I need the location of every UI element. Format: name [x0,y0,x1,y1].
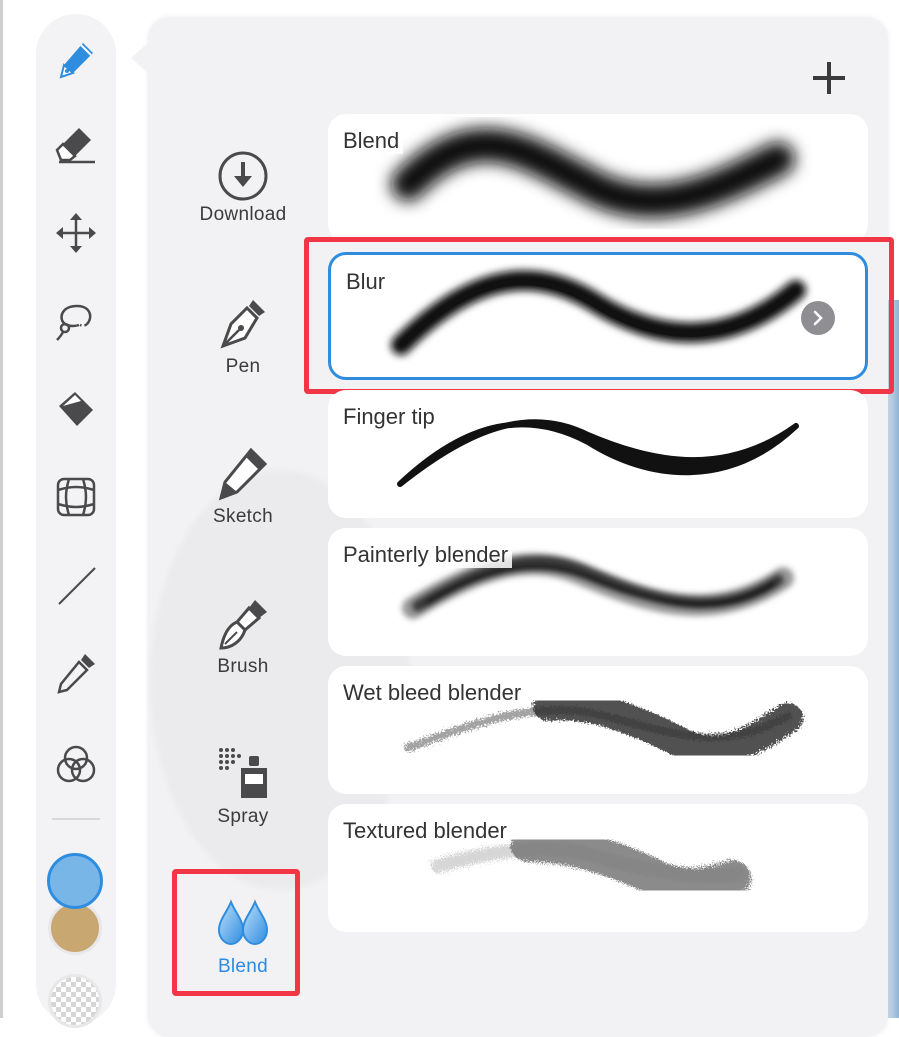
eyedropper-icon [57,654,95,694]
add-brush-button[interactable] [806,55,852,101]
category-label-sketch: Sketch [213,506,273,527]
color-circles-icon [56,745,96,783]
fill-tool[interactable] [52,385,100,433]
pen-nib-icon [215,296,271,352]
category-spray[interactable]: Spray [188,746,298,866]
brush-tool[interactable] [52,36,100,84]
brush-pen-icon [59,43,93,79]
highlight-box-blend-category [172,869,300,996]
brush-card-wet-bleed-blender[interactable]: Wet bleed blender [328,666,868,794]
download-icon [215,148,271,204]
brush-card-finger-tip[interactable]: Finger tip [328,390,868,518]
line-tool[interactable] [52,561,100,609]
paintbrush-icon [215,596,271,652]
brush-name: Wet bleed blender [343,680,526,706]
category-pen[interactable]: Pen [188,296,298,416]
paint-bucket-icon [59,392,93,426]
plus-icon [813,62,845,94]
primary-color-swatch[interactable] [47,853,103,909]
lasso-icon [56,304,92,341]
panel-pointer [131,42,149,74]
brush-card-textured-blender[interactable]: Textured blender [328,804,868,932]
eraser-tool[interactable] [52,121,100,169]
secondary-color-swatch[interactable] [48,901,102,955]
perspective-grid-tool[interactable] [52,473,100,521]
line-icon [58,567,96,605]
transparent-color-swatch[interactable] [48,974,102,1028]
brush-name: Finger tip [343,404,439,430]
move-arrows-icon [56,213,96,253]
category-sketch[interactable]: Sketch [188,446,298,566]
brush-card-blend[interactable]: Blend [328,114,868,242]
chevron-right-icon [813,310,823,326]
pencil-icon [215,446,271,502]
category-brush[interactable]: Brush [188,596,298,716]
category-label-download: Download [199,204,287,225]
category-download[interactable]: Download [188,148,298,268]
eraser-icon [55,128,95,164]
brush-settings-button[interactable] [801,301,835,335]
window-left-border [0,0,3,1018]
move-tool[interactable] [52,209,100,257]
spray-can-icon [215,746,271,802]
brush-name: Blend [343,128,404,154]
eyedropper-tool[interactable] [52,649,100,697]
color-mix-tool[interactable] [52,741,100,789]
brush-name: Textured blender [343,818,511,844]
category-label-brush: Brush [217,656,269,677]
brush-name: Painterly blender [343,542,513,568]
toolbar-divider [52,818,100,820]
lasso-tool[interactable] [52,297,100,345]
brush-stroke-preview [391,128,795,218]
brush-name: Blur [346,269,390,295]
category-label-spray: Spray [217,806,269,827]
category-label-pen: Pen [225,356,261,377]
perspective-grid-icon [56,477,96,517]
brush-card-painterly-blender[interactable]: Painterly blender [328,528,868,656]
